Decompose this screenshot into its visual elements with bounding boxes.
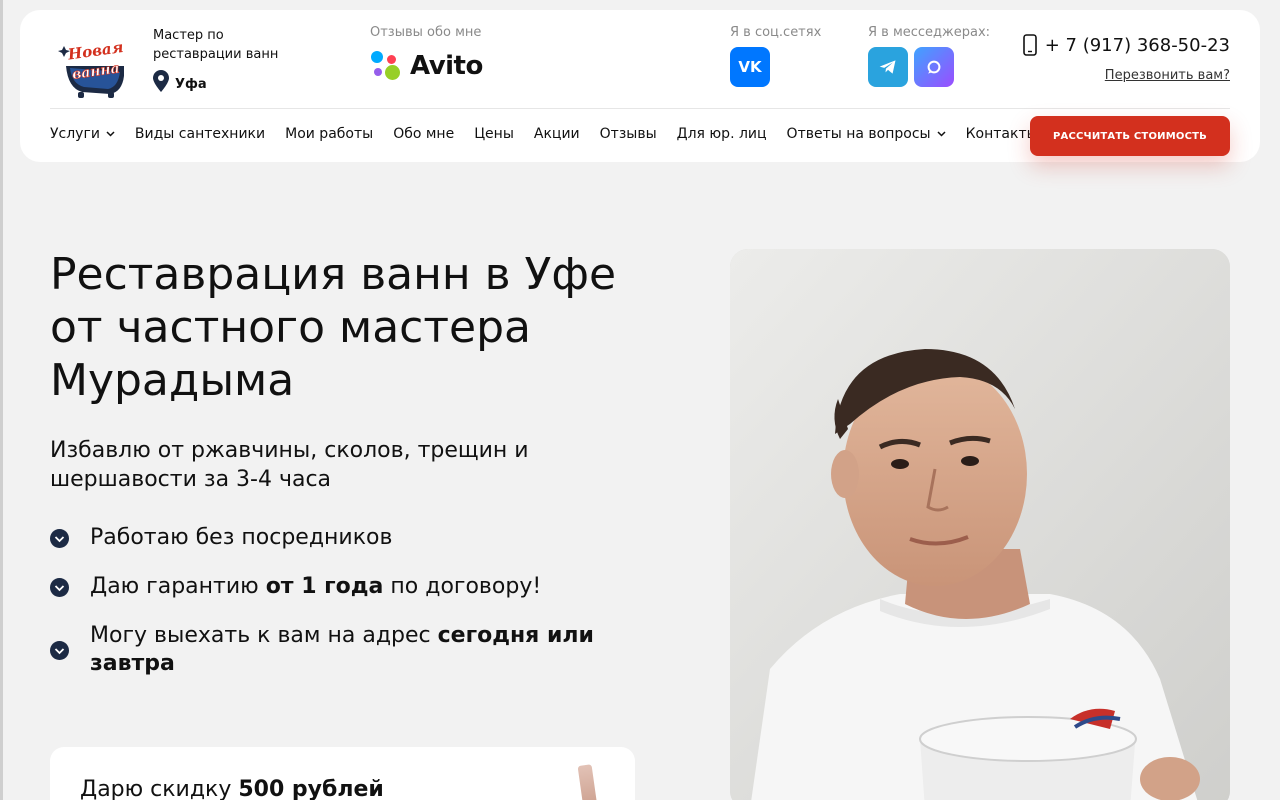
page-left-edge bbox=[0, 0, 3, 800]
header-divider bbox=[50, 108, 1230, 109]
logo-image: Новая ванна bbox=[58, 38, 125, 98]
avito-logo-icon bbox=[370, 50, 402, 82]
nav-item-label: Мои работы bbox=[285, 126, 374, 142]
messengers-label: Я в месседжерах: bbox=[868, 25, 991, 40]
hero-subtitle-line-2: шершавости за 3-4 часа bbox=[50, 467, 332, 492]
callback-link[interactable]: Перезвонить вам? bbox=[1105, 68, 1230, 83]
feature-item: Работаю без посредников bbox=[50, 524, 630, 552]
nav-item-label: Цены bbox=[474, 126, 514, 142]
master-photo bbox=[730, 249, 1230, 800]
nav-item-label: Отзывы bbox=[599, 126, 657, 142]
nav-item-contacts[interactable]: Контакты bbox=[966, 126, 1038, 142]
max-messenger-button[interactable] bbox=[914, 47, 954, 87]
nav-item-my-works[interactable]: Мои работы bbox=[285, 126, 373, 142]
max-messenger-icon bbox=[927, 60, 941, 74]
phone-icon bbox=[1022, 34, 1037, 56]
nav-item-label: Обо мне bbox=[393, 126, 455, 142]
city-location: Уфа bbox=[153, 70, 207, 92]
hero-title-line-3: Мурадыма bbox=[50, 355, 295, 406]
nav-item-legal-entities[interactable]: Для юр. лиц bbox=[677, 126, 767, 142]
svg-text:Новая: Новая bbox=[66, 38, 125, 64]
nav-item-prices[interactable]: Цены bbox=[474, 126, 514, 142]
discount-text: Дарю скидку 500 рублей bbox=[80, 777, 384, 800]
nav-item-about[interactable]: Обо мне bbox=[393, 126, 454, 142]
nav-item-faq[interactable]: Ответы на вопросы bbox=[787, 126, 946, 142]
nav-item-label: Акции bbox=[533, 126, 580, 142]
social-label: Я в соц.сетях bbox=[730, 25, 822, 40]
discount-card: Дарю скидку 500 рублей bbox=[50, 747, 635, 800]
check-circle-icon bbox=[50, 640, 69, 660]
feature-text: Работаю без посредников bbox=[90, 525, 393, 550]
nav-item-label: Для юр. лиц bbox=[676, 126, 767, 142]
master-line-1: Мастер по bbox=[153, 28, 224, 43]
master-line-2: реставрации ванн bbox=[153, 47, 279, 62]
master-caption: Мастер по реставрации ванн bbox=[153, 26, 313, 64]
vk-button[interactable]: VK bbox=[730, 47, 770, 87]
reviews-label: Отзывы обо мне bbox=[370, 25, 482, 40]
feature-list: Работаю без посредников Даю гарантию от … bbox=[50, 524, 630, 699]
nav-item-plumbing-types[interactable]: Виды сантехники bbox=[135, 126, 265, 142]
chevron-down-icon bbox=[937, 131, 946, 137]
banknote-image bbox=[577, 764, 599, 800]
site-header: Новая ванна Мастер по реставрации ванн У… bbox=[20, 10, 1260, 162]
avito-link[interactable]: Avito bbox=[370, 50, 483, 82]
hero-title: Реставрация ванн в Уфе от частного масте… bbox=[50, 248, 670, 407]
feature-text: Могу выехать к вам на адрес сегодня или … bbox=[90, 623, 594, 676]
map-pin-icon bbox=[153, 70, 169, 92]
check-circle-icon bbox=[50, 577, 69, 597]
hero-subtitle-line-1: Избавлю от ржавчины, сколов, трещин и bbox=[50, 438, 529, 463]
calculate-cost-button[interactable]: РАССЧИТАТЬ СТОИМОСТЬ bbox=[1030, 116, 1230, 156]
hero-title-line-2: от частного мастера bbox=[50, 302, 531, 353]
vk-icon: VK bbox=[738, 58, 762, 76]
feature-item: Могу выехать к вам на адрес сегодня или … bbox=[50, 622, 630, 678]
master-portrait-image bbox=[730, 249, 1230, 800]
hero-subtitle: Избавлю от ржавчины, сколов, трещин и ше… bbox=[50, 436, 610, 494]
phone-number: + 7 (917) 368-50-23 bbox=[1044, 34, 1230, 56]
city-name: Уфа bbox=[175, 76, 207, 92]
telegram-icon bbox=[879, 60, 896, 74]
nav-item-label: Контакты bbox=[965, 126, 1038, 142]
nav-item-label: Виды сантехники bbox=[134, 126, 266, 142]
nav-item-promotions[interactable]: Акции bbox=[534, 126, 580, 142]
hero-title-line-1: Реставрация ванн в Уфе bbox=[50, 249, 617, 300]
chevron-down-icon bbox=[106, 131, 115, 137]
nav-item-reviews[interactable]: Отзывы bbox=[600, 126, 657, 142]
check-circle-icon bbox=[50, 528, 69, 548]
phone-link[interactable]: + 7 (917) 368-50-23 bbox=[1022, 34, 1230, 56]
avito-wordmark: Avito bbox=[410, 51, 483, 81]
feature-item: Даю гарантию от 1 года по договору! bbox=[50, 573, 630, 601]
telegram-button[interactable] bbox=[868, 47, 908, 87]
nav-item-services[interactable]: Услуги bbox=[50, 126, 115, 142]
nav-item-label: Услуги bbox=[50, 126, 100, 142]
main-nav: Услуги Виды сантехники Мои работы Обо мн… bbox=[50, 126, 1038, 142]
logo[interactable]: Новая ванна bbox=[58, 32, 130, 100]
nav-item-label: Ответы на вопросы bbox=[786, 126, 931, 142]
feature-text: Даю гарантию от 1 года по договору! bbox=[90, 574, 542, 599]
